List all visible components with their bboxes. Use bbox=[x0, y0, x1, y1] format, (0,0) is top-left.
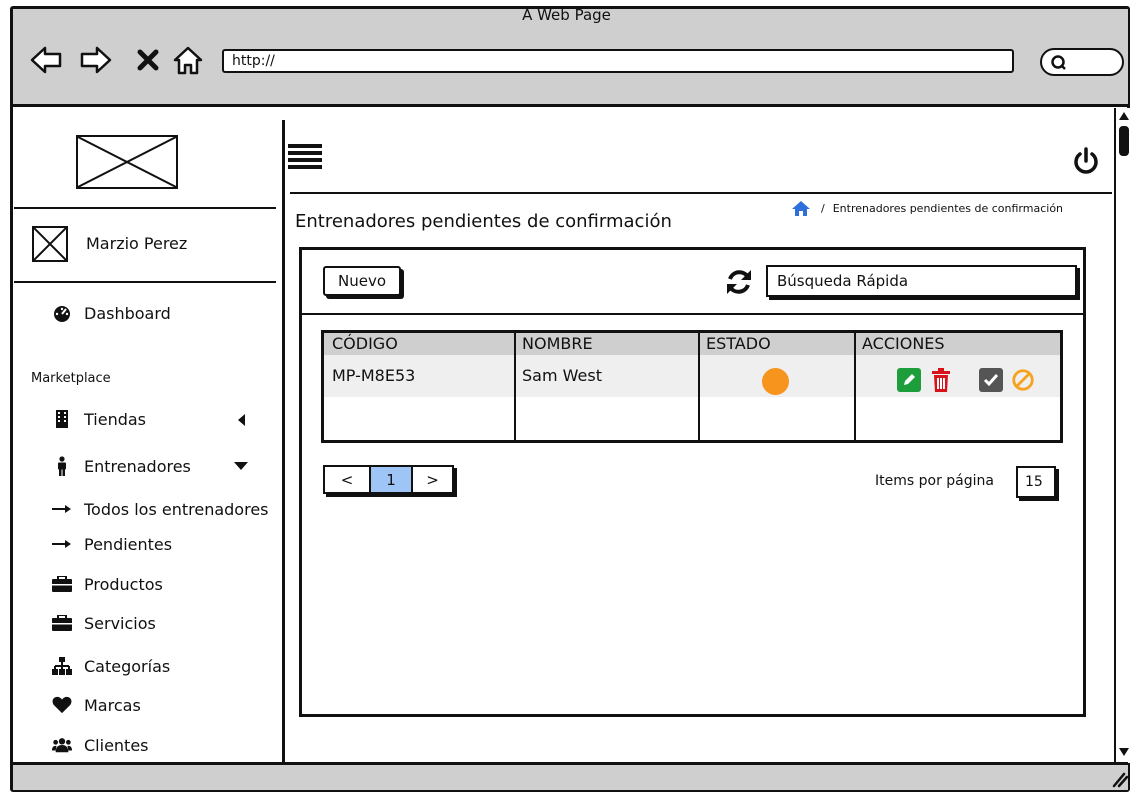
scroll-down-icon[interactable] bbox=[1118, 746, 1130, 758]
building-icon bbox=[52, 409, 72, 429]
refresh-icon[interactable] bbox=[724, 267, 754, 297]
column-header[interactable]: CÓDIGO bbox=[324, 333, 514, 355]
hamburger-icon[interactable] bbox=[288, 144, 322, 170]
dashboard-icon bbox=[52, 303, 72, 323]
next-page-button[interactable]: > bbox=[413, 467, 452, 492]
prev-page-button[interactable]: < bbox=[325, 467, 371, 492]
sidebar-item-clientes[interactable]: Clientes bbox=[52, 735, 149, 755]
sidebar-item-label: Pendientes bbox=[84, 534, 173, 554]
table-row[interactable]: MP-M8E53 Sam West bbox=[324, 355, 1060, 397]
home-icon[interactable] bbox=[172, 44, 204, 76]
edit-icon[interactable] bbox=[897, 368, 921, 392]
data-table: CÓDIGO NOMBRE ESTADO ACCIONES MP-M8E53 S… bbox=[321, 330, 1063, 443]
search-icon bbox=[1051, 55, 1066, 70]
arrow-right-icon bbox=[52, 499, 72, 519]
sidebar-separator bbox=[282, 120, 285, 762]
caret-down-icon[interactable] bbox=[234, 462, 248, 470]
home-icon[interactable] bbox=[791, 200, 811, 216]
heart-icon bbox=[52, 695, 72, 715]
row-actions bbox=[897, 368, 1035, 392]
sidebar-item-label: Tiendas bbox=[84, 409, 147, 429]
browser-search[interactable] bbox=[1040, 48, 1124, 76]
items-per-page-label: Items por página bbox=[875, 473, 994, 489]
sidebar-item-marcas[interactable]: Marcas bbox=[52, 695, 141, 715]
logo-placeholder bbox=[76, 135, 178, 189]
breadcrumb-current[interactable]: Entrenadores pendientes de confirmación bbox=[833, 202, 1063, 215]
items-per-page-input[interactable]: 15 bbox=[1016, 466, 1056, 498]
address-bar[interactable]: http:// bbox=[222, 49, 1014, 73]
delete-icon[interactable] bbox=[929, 368, 953, 392]
sidebar-item-pendientes[interactable]: Pendientes bbox=[52, 534, 172, 554]
reject-icon[interactable] bbox=[1011, 368, 1035, 392]
browser-statusbar bbox=[13, 762, 1128, 790]
column-header[interactable]: ESTADO bbox=[698, 333, 854, 355]
column-divider bbox=[854, 333, 856, 443]
briefcase-icon bbox=[52, 574, 72, 594]
scroll-up-icon[interactable] bbox=[1118, 110, 1130, 122]
page-title: Entrenadores pendientes de confirmación bbox=[295, 211, 672, 232]
scroll-thumb[interactable] bbox=[1119, 126, 1129, 156]
sidebar-item-categorias[interactable]: Categorías bbox=[52, 656, 170, 676]
column-divider bbox=[698, 333, 700, 443]
pagination: < 1 > bbox=[323, 465, 454, 494]
sidebar-item-tiendas[interactable]: Tiendas bbox=[52, 409, 252, 429]
sidebar-item-label: Dashboard bbox=[84, 303, 171, 323]
sidebar-divider bbox=[14, 281, 276, 283]
forward-icon[interactable] bbox=[80, 44, 112, 76]
cell-codigo: MP-M8E53 bbox=[332, 366, 416, 385]
sidebar-item-todos-entrenadores[interactable]: Todos los entrenadores bbox=[52, 499, 269, 519]
status-dot bbox=[762, 368, 789, 395]
sidebar-item-label: Clientes bbox=[84, 735, 149, 755]
power-icon[interactable] bbox=[1072, 147, 1100, 175]
user-name: Marzio Perez bbox=[86, 234, 188, 253]
briefcase-icon bbox=[52, 613, 72, 633]
search-input[interactable]: Búsqueda Rápida bbox=[766, 265, 1077, 297]
column-divider bbox=[514, 333, 516, 355]
sidebar-item-label: Marcas bbox=[84, 695, 141, 715]
sidebar-item-servicios[interactable]: Servicios bbox=[52, 613, 156, 633]
column-divider bbox=[514, 355, 516, 443]
window-title: A Web Page bbox=[522, 6, 611, 24]
sidebar-item-label: Servicios bbox=[84, 613, 156, 633]
header-divider bbox=[290, 192, 1112, 194]
arrow-right-icon bbox=[52, 534, 72, 554]
avatar bbox=[32, 226, 68, 262]
breadcrumb: / Entrenadores pendientes de confirmació… bbox=[791, 200, 1063, 216]
new-button[interactable]: Nuevo bbox=[323, 266, 401, 296]
sidebar-section-label: Marketplace bbox=[31, 371, 111, 386]
toolbar-divider bbox=[302, 313, 1083, 315]
sidebar-item-dashboard[interactable]: Dashboard bbox=[52, 303, 171, 323]
approve-icon[interactable] bbox=[979, 368, 1003, 392]
sidebar-item-label: Productos bbox=[84, 574, 163, 594]
sidebar-item-productos[interactable]: Productos bbox=[52, 574, 163, 594]
column-header[interactable]: ACCIONES bbox=[854, 333, 1060, 355]
breadcrumb-separator: / bbox=[821, 201, 825, 215]
current-page-button[interactable]: 1 bbox=[371, 467, 413, 492]
stop-icon[interactable] bbox=[132, 44, 164, 76]
sidebar-item-label: Entrenadores bbox=[84, 456, 191, 476]
resize-grip-icon[interactable] bbox=[1112, 770, 1128, 788]
vertical-scrollbar[interactable] bbox=[1114, 108, 1132, 763]
sidebar-divider bbox=[14, 207, 276, 209]
users-icon bbox=[52, 735, 72, 755]
sidebar-item-label: Categorías bbox=[84, 656, 171, 676]
cell-nombre: Sam West bbox=[522, 366, 602, 385]
person-icon bbox=[52, 456, 72, 476]
sidebar-item-entrenadores[interactable]: Entrenadores bbox=[52, 456, 191, 476]
sidebar-item-label: Todos los entrenadores bbox=[84, 499, 269, 519]
sitemap-icon bbox=[52, 656, 72, 676]
caret-left-icon[interactable] bbox=[238, 414, 246, 426]
back-icon[interactable] bbox=[30, 44, 62, 76]
column-header[interactable]: NOMBRE bbox=[514, 333, 698, 355]
